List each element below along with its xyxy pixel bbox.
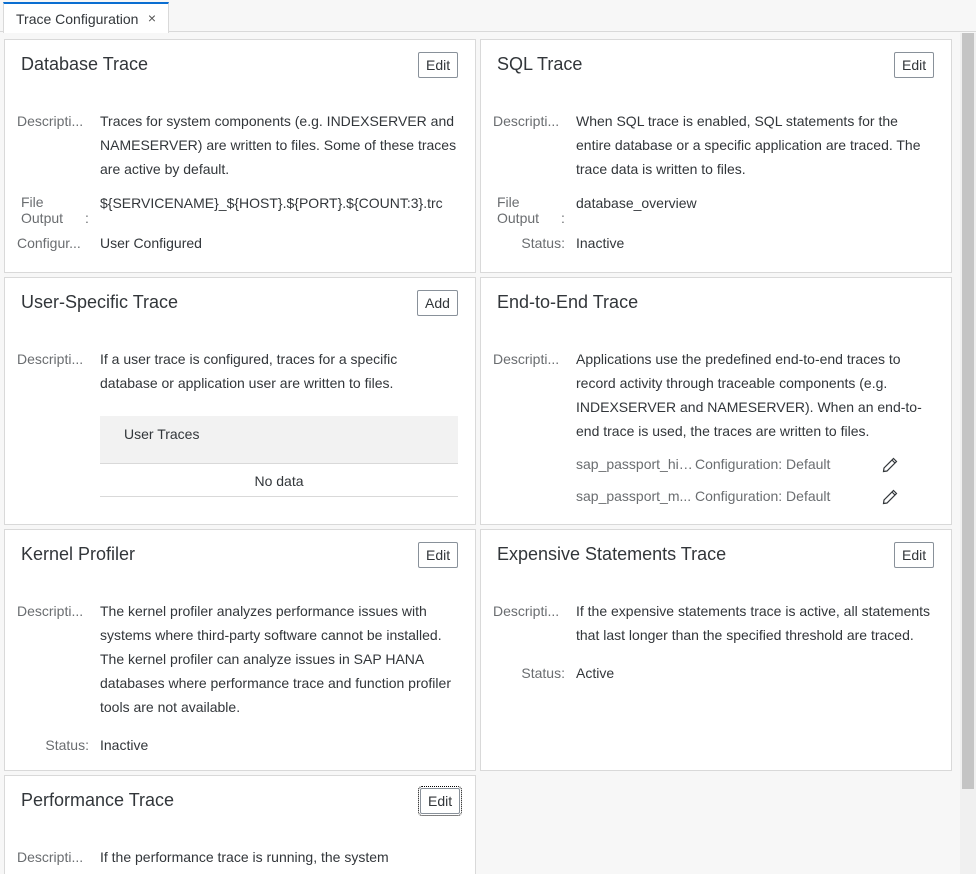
description-label: Descripti... — [493, 603, 560, 619]
database-trace-card: Database Trace Edit Descripti... Traces … — [4, 39, 476, 273]
end-to-end-trace-card: End-to-End Trace Descripti... Applicatio… — [480, 277, 952, 525]
user-traces-no-data: No data — [100, 465, 458, 497]
status-value: Inactive — [576, 235, 625, 251]
edit-button[interactable]: Edit — [417, 786, 463, 816]
add-button[interactable]: Add — [417, 290, 458, 316]
card-title: User-Specific Trace — [21, 292, 179, 312]
scrollbar-thumb[interactable] — [962, 33, 974, 789]
pencil-icon[interactable] — [882, 489, 898, 505]
card-title: Kernel Profiler — [21, 544, 136, 564]
edit-button[interactable]: Edit — [418, 52, 459, 78]
edit-button[interactable]: Edit — [418, 542, 459, 568]
close-icon[interactable]: × — [148, 10, 156, 26]
description-label: Descripti... — [17, 603, 84, 619]
card-title: Performance Trace — [21, 790, 175, 810]
file-output-label: File — [497, 194, 520, 210]
file-output-colon: : — [85, 210, 89, 226]
status-label: Status: — [521, 235, 565, 251]
description-text: If the expensive statements trace is act… — [576, 603, 931, 643]
pencil-icon[interactable] — [882, 457, 898, 473]
expensive-statements-trace-card: Expensive Statements Trace Edit Descript… — [480, 529, 952, 771]
status-label: Status: — [45, 737, 89, 753]
description-text: If the performance trace is running, the… — [100, 849, 389, 865]
status-value: Inactive — [100, 737, 149, 753]
tab-trace-configuration[interactable]: Trace Configuration × — [3, 2, 169, 33]
status-value: Active — [576, 665, 615, 681]
status-label: Status: — [521, 665, 565, 681]
configuration-value: User Configured — [100, 235, 202, 251]
description-text: When SQL trace is enabled, SQL statement… — [576, 113, 921, 177]
card-title: Expensive Statements Trace — [497, 544, 727, 564]
description-label: Descripti... — [17, 849, 84, 865]
file-output-label-2: Output — [21, 210, 64, 226]
e2e-trace-name: sap_passport_high — [576, 456, 694, 472]
e2e-trace-name: sap_passport_m... — [576, 488, 692, 504]
description-label: Descripti... — [493, 351, 560, 367]
trace-configuration-content: Database Trace Edit Descripti... Traces … — [0, 33, 960, 874]
vertical-scrollbar[interactable] — [960, 33, 976, 874]
file-output-label: File — [21, 194, 44, 210]
card-title: SQL Trace — [497, 54, 583, 74]
file-output-value: database_overview — [576, 195, 697, 211]
configuration-label: Configur... — [17, 235, 81, 251]
e2e-trace-config: Configuration: Default — [695, 488, 831, 504]
description-text: Traces for system components (e.g. INDEX… — [100, 113, 457, 177]
file-output-value: ${SERVICENAME}_${HOST}.${PORT}.${COUNT:3… — [100, 195, 443, 211]
description-label: Descripti... — [17, 113, 84, 129]
description-label: Descripti... — [17, 351, 84, 367]
performance-trace-card: Performance Trace Edit Descripti... If t… — [4, 775, 476, 874]
card-title: End-to-End Trace — [497, 292, 639, 312]
edit-button[interactable]: Edit — [894, 52, 935, 78]
description-text: Applications use the predefined end-to-e… — [576, 351, 922, 439]
tab-title: Trace Configuration — [16, 11, 139, 27]
tab-bar: Trace Configuration × — [0, 0, 976, 33]
e2e-trace-config: Configuration: Default — [695, 456, 831, 472]
user-traces-table-header: User Traces — [100, 416, 458, 464]
file-output-label-2: Output — [497, 210, 540, 226]
user-specific-trace-card: User-Specific Trace Add Descripti... If … — [4, 277, 476, 525]
description-label: Descripti... — [493, 113, 560, 129]
edit-button[interactable]: Edit — [894, 542, 935, 568]
sql-trace-card: SQL Trace Edit Descripti... When SQL tra… — [480, 39, 952, 273]
description-text: If a user trace is configured, traces fo… — [100, 351, 398, 391]
kernel-profiler-card: Kernel Profiler Edit Descripti... The ke… — [4, 529, 476, 771]
description-text: The kernel profiler analyzes performance… — [100, 603, 451, 715]
card-title: Database Trace — [21, 54, 149, 74]
file-output-colon: : — [561, 210, 565, 226]
